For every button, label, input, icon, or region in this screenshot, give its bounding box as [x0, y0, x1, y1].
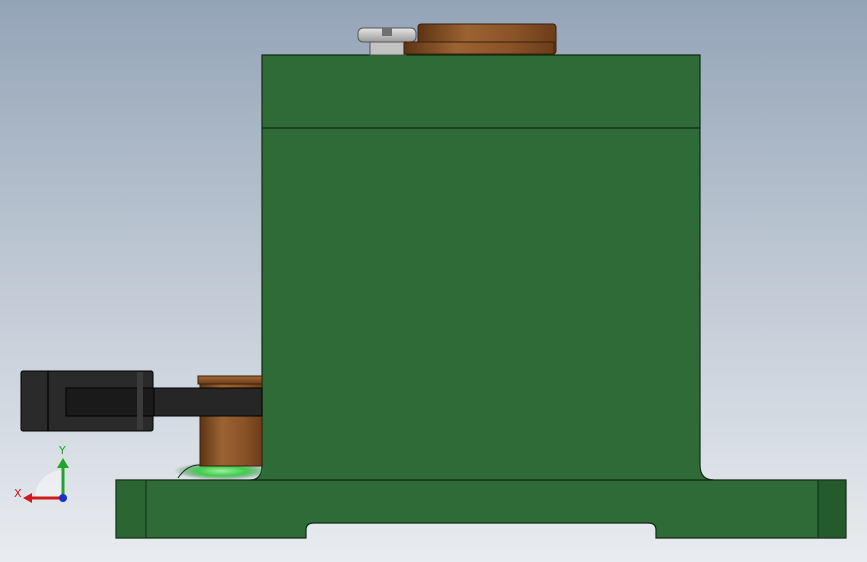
main-body[interactable] [249, 54, 715, 481]
y-axis-arrow [57, 458, 69, 468]
top-screw-slot [382, 28, 392, 36]
x-axis-arrow [23, 493, 32, 503]
model-scene[interactable] [0, 0, 867, 562]
base-plate[interactable] [115, 479, 847, 539]
triad-plane [35, 470, 63, 498]
top-bronze-ring [403, 41, 555, 55]
z-axis-dot [59, 494, 67, 502]
y-axis-label: Y [58, 444, 66, 457]
side-bronze-top [197, 375, 263, 385]
coordinate-triad[interactable]: Y X [12, 440, 82, 510]
x-axis-label: X [14, 487, 22, 500]
base-right-face [817, 479, 847, 539]
3d-viewport[interactable]: Y X [0, 0, 867, 562]
base-left-face [115, 479, 147, 539]
top-screw-shank [369, 41, 407, 56]
